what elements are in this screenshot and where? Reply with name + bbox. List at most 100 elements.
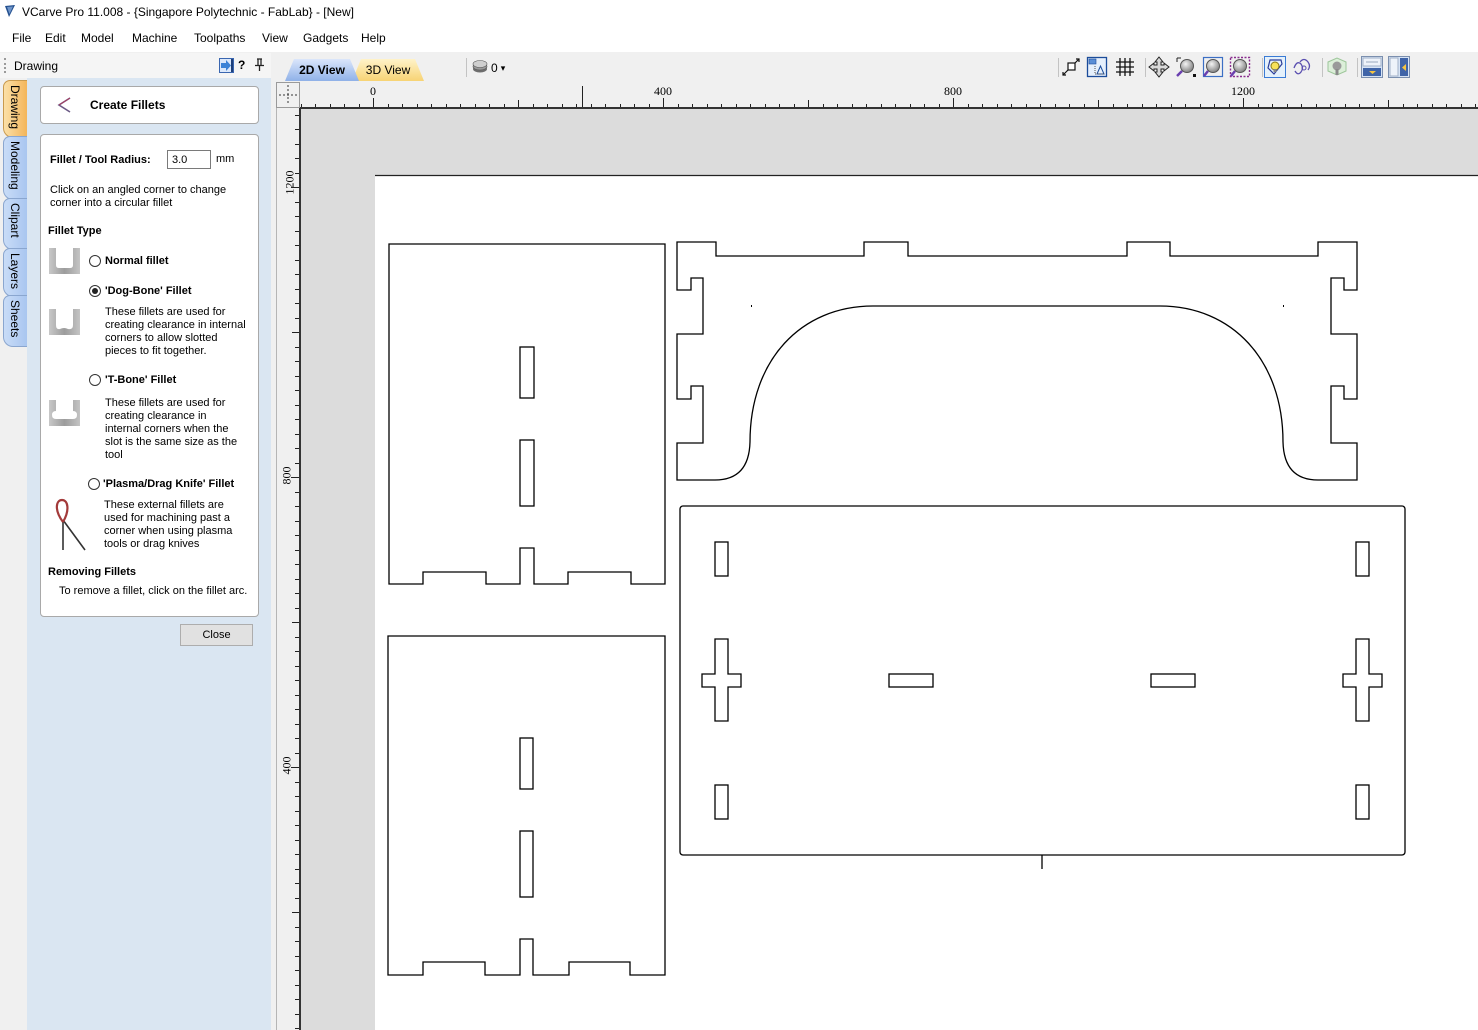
side-tab-layers[interactable]: Layers [3, 248, 27, 297]
side-tab-sheets[interactable]: Sheets [3, 295, 27, 347]
ruler-tick [1258, 104, 1259, 107]
snap-grid-icon[interactable] [1114, 56, 1136, 78]
ruler-tick [295, 637, 299, 638]
ruler-tick [475, 104, 476, 107]
tab-3d-view[interactable]: 3D View [352, 59, 424, 81]
ruler-tick [997, 104, 998, 107]
ruler-tick [837, 104, 838, 107]
ruler-tick [910, 104, 911, 107]
ruler-tick [1171, 104, 1172, 107]
back-chevron-icon[interactable] [56, 96, 72, 117]
menu-machine[interactable]: Machine [132, 31, 177, 45]
ruler-tick [295, 593, 299, 594]
gripper-handle[interactable] [4, 58, 8, 73]
ruler-tick [295, 724, 299, 725]
menu-edit[interactable]: Edit [45, 31, 66, 45]
ruler-tick [1200, 104, 1201, 107]
menu-file[interactable]: File [12, 31, 31, 45]
node-edit-icon[interactable] [1264, 56, 1286, 78]
t-bone-description: creating clearance in [105, 410, 207, 422]
t-bone-description: internal corners when the [105, 423, 229, 435]
ruler-tick [295, 811, 299, 812]
ruler-tick [295, 695, 299, 696]
normal-fillet-radio[interactable] [89, 255, 101, 267]
side-tab-label: Clipart [8, 203, 22, 238]
side-tab-clipart[interactable]: Clipart [3, 198, 27, 250]
instructions-line: Click on an angled corner to change [50, 184, 227, 196]
ruler-tick [1388, 100, 1389, 107]
normal-fillet-icon [48, 247, 81, 278]
side-tab-label: Layers [8, 253, 22, 290]
ruler-tick [1040, 104, 1041, 107]
ruler-tick [649, 104, 650, 107]
ruler-tick [895, 104, 896, 107]
layout-vertical-icon[interactable] [1388, 56, 1410, 78]
transform-icon[interactable] [1291, 56, 1313, 78]
pan-icon[interactable] [1148, 56, 1170, 78]
help-icon[interactable]: ? [238, 58, 245, 72]
ruler-tick [295, 318, 299, 319]
ruler-tick [1417, 104, 1418, 107]
tab-2d-view[interactable]: 2D View [285, 59, 359, 81]
radius-label: Fillet / Tool Radius: [50, 154, 151, 166]
ruler-tick [295, 216, 299, 217]
ruler-tick [852, 104, 853, 107]
zoom-extents-icon[interactable] [1202, 56, 1224, 78]
pin-icon[interactable] [254, 58, 265, 75]
close-button[interactable]: Close [180, 624, 253, 646]
panel-title: Drawing [14, 59, 59, 73]
layer-selector[interactable]: 0 ▾ [472, 59, 505, 77]
ruler-tick [295, 274, 299, 275]
ruler-tick [295, 129, 299, 130]
menu-help[interactable]: Help [361, 31, 386, 45]
toolpath-preview-icon[interactable] [1326, 56, 1348, 78]
ruler-tick [295, 158, 299, 159]
ruler-tick [591, 104, 592, 107]
ruler-origin-button[interactable] [276, 82, 300, 108]
zoom-box-icon[interactable] [1175, 56, 1197, 78]
dog-bone-fillet-radio[interactable] [89, 285, 101, 297]
ruler-label: 400 [279, 756, 294, 775]
horizontal-ruler[interactable]: 0 400 800 1200 [300, 82, 1478, 109]
toolbar-separator [1322, 58, 1323, 77]
auto-hide-arrow-icon[interactable] [219, 58, 234, 76]
menu-view[interactable]: View [262, 31, 288, 45]
ruler-tick [402, 104, 403, 107]
vertical-ruler[interactable]: 1200 800 400 [276, 108, 301, 1030]
plasma-fillet-label[interactable]: 'Plasma/Drag Knife' Fillet [103, 478, 234, 491]
menu-model[interactable]: Model [81, 31, 114, 45]
ruler-tick [295, 999, 299, 1000]
plasma-description: These external fillets are [104, 499, 224, 511]
drawing-canvas[interactable] [301, 109, 1478, 1030]
side-tab-drawing[interactable]: Drawing [3, 80, 27, 138]
layers-stack-icon [472, 59, 488, 77]
zoom-selection-icon[interactable] [1229, 56, 1251, 78]
ruler-tick [663, 98, 664, 107]
vcarve-logo-icon [4, 5, 16, 21]
ruler-label: 400 [654, 84, 672, 98]
ruler-tick [1475, 104, 1476, 107]
side-tab-modeling[interactable]: Modeling [3, 136, 27, 200]
t-bone-fillet-radio[interactable] [89, 374, 101, 386]
ruler-tick [1229, 104, 1230, 107]
job-size-icon[interactable] [1060, 56, 1082, 78]
plasma-fillet-radio[interactable] [88, 478, 100, 490]
ruler-tick [295, 376, 299, 377]
t-bone-fillet-label[interactable]: 'T-Bone' Fillet [105, 374, 176, 387]
ruler-tick [295, 1028, 299, 1029]
layout-horizontal-icon[interactable] [1361, 56, 1383, 78]
ruler-tick [1359, 104, 1360, 107]
ruler-tick [1185, 104, 1186, 107]
dog-bone-fillet-label[interactable]: 'Dog-Bone' Fillet [105, 285, 192, 298]
normal-fillet-label[interactable]: Normal fillet [105, 255, 169, 268]
menu-gadgets[interactable]: Gadgets [303, 31, 348, 45]
material-setup-icon[interactable] [1086, 56, 1108, 78]
menu-toolpaths[interactable]: Toolpaths [194, 31, 245, 45]
ruler-tick [1055, 104, 1056, 107]
radius-input[interactable] [167, 150, 211, 169]
dog-bone-description: pieces to fit together. [105, 345, 207, 357]
tool-title-box: Create Fillets [40, 86, 259, 124]
ruler-label: 0 [370, 84, 376, 98]
ruler-tick [707, 104, 708, 107]
ruler-tick [295, 753, 299, 754]
